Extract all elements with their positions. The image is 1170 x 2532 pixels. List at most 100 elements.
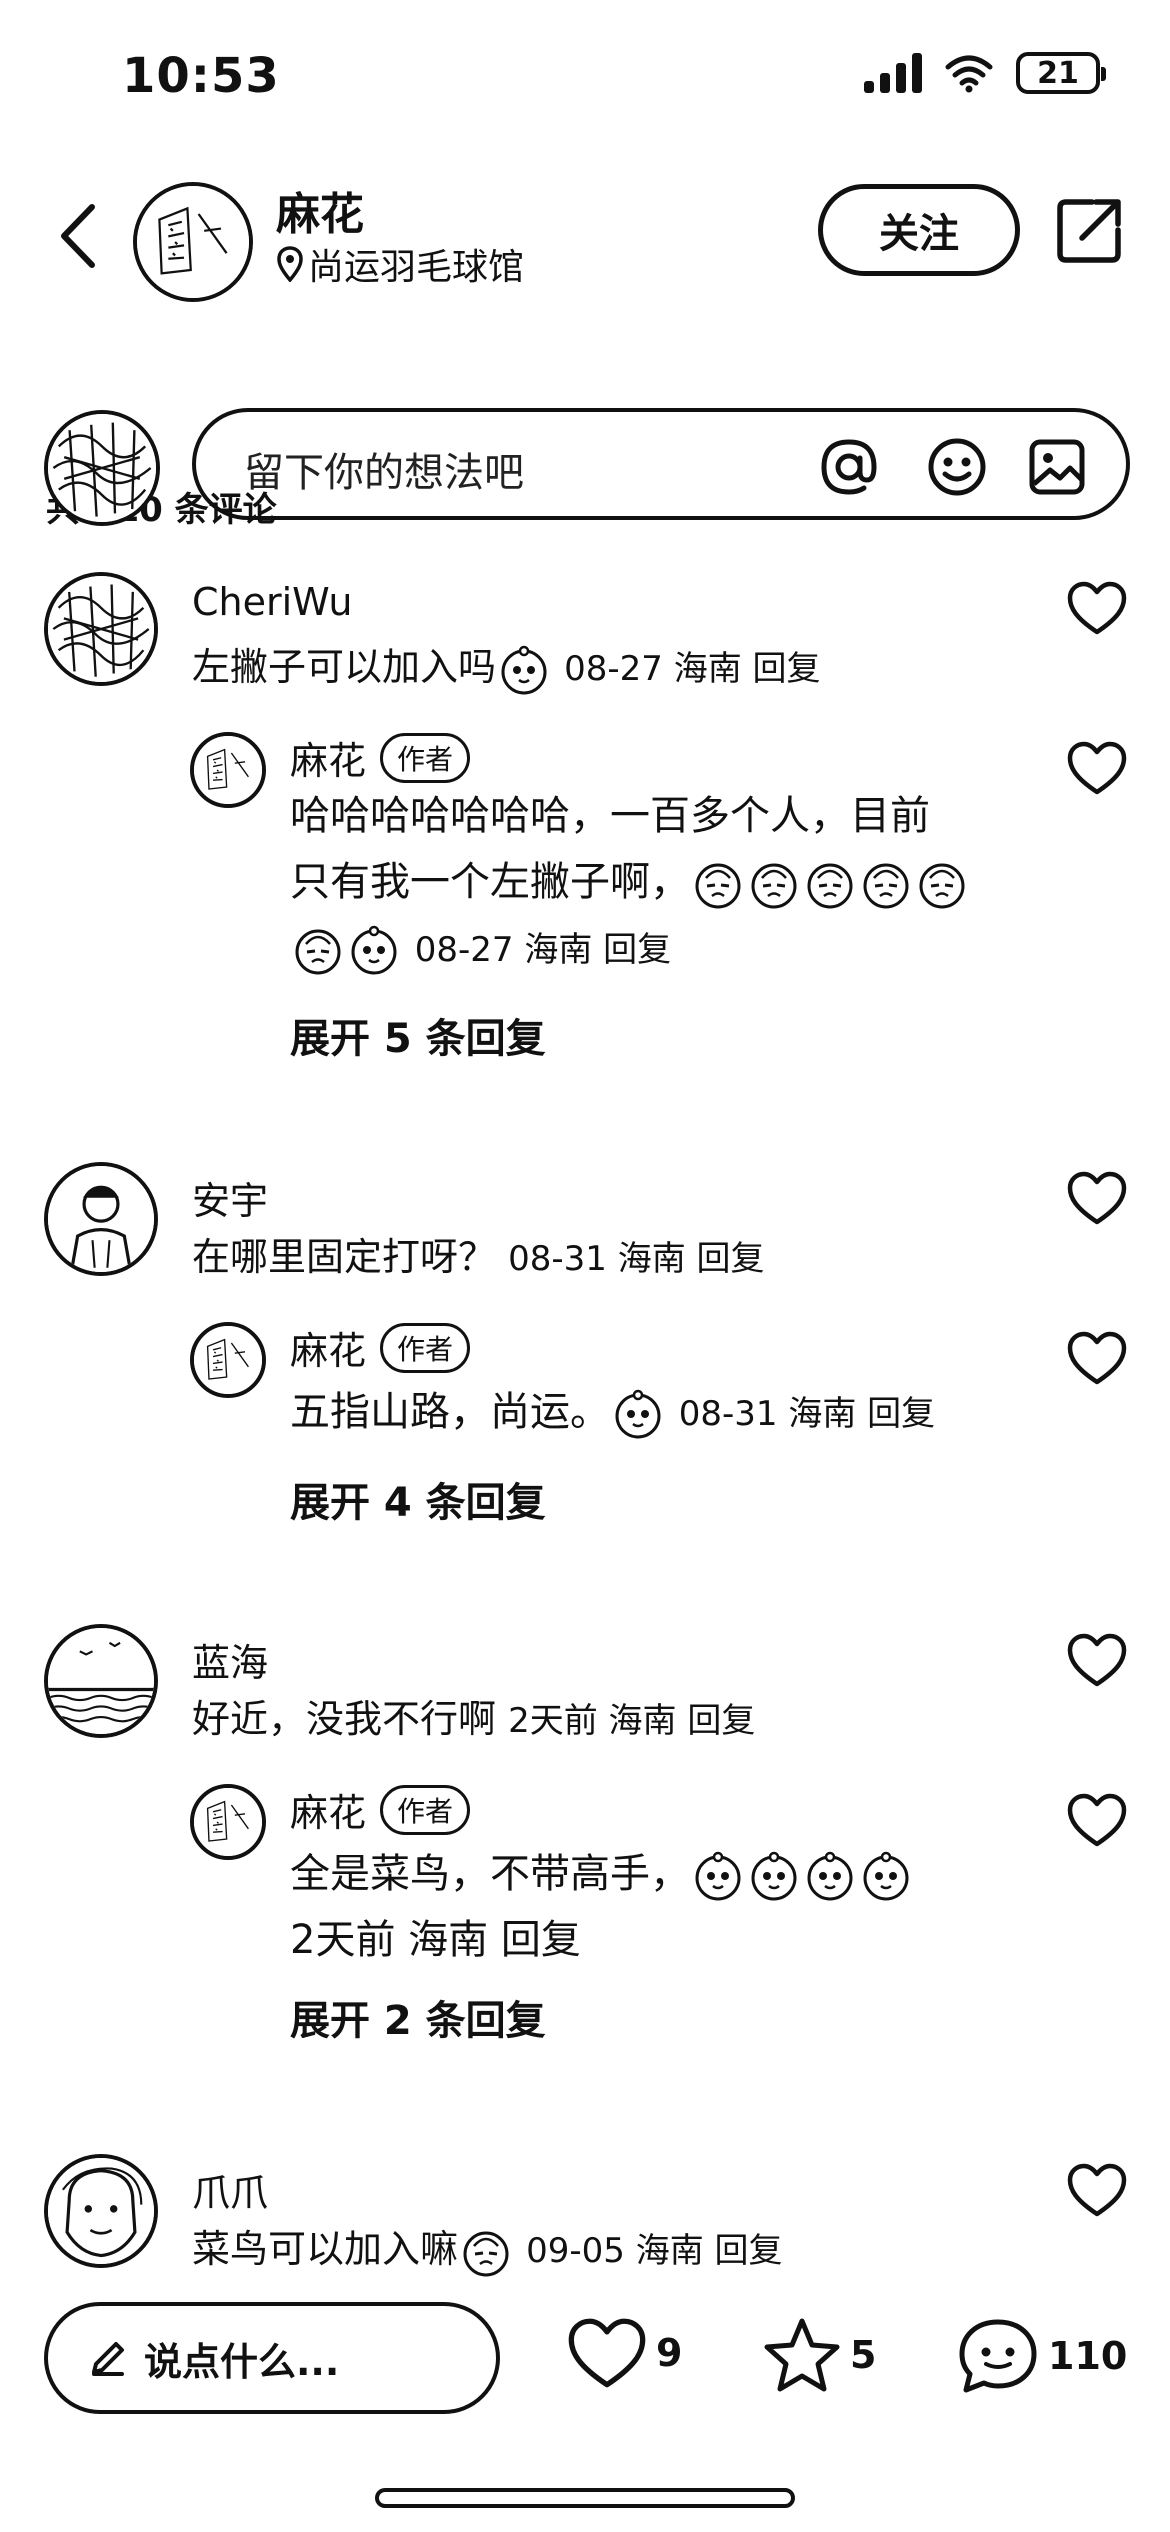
reply-author: 麻花 作者 [290, 730, 471, 785]
like-heart-icon[interactable] [1066, 740, 1128, 796]
reply-author: 麻花 作者 [290, 1782, 471, 1837]
star-icon [764, 2318, 840, 2392]
commenter-avatar[interactable] [44, 1624, 158, 1738]
reply-body: 五指山路，尚运。 [290, 1389, 610, 1435]
pencil-icon [92, 2342, 124, 2376]
emoji-sticker-icon [460, 2226, 512, 2278]
emoji-sticker-icon [748, 858, 800, 910]
like-button[interactable]: 9 [566, 2316, 682, 2390]
commenter-avatar[interactable] [44, 2154, 158, 2268]
reply-author: 麻花 作者 [290, 1320, 471, 1375]
reply-meta[interactable]: 2天前 海南 回复 [290, 1908, 581, 1972]
favorite-button[interactable]: 5 [762, 2316, 876, 2394]
comment-meta[interactable]: 09-05 海南 回复 [526, 2231, 782, 2271]
comment-body: 菜鸟可以加入嘛 [192, 2227, 459, 2271]
commenter-name[interactable]: 爪爪 [192, 2162, 268, 2217]
author-badge: 作者 [380, 1322, 471, 1373]
emoji-sticker-icon [804, 1850, 856, 1902]
share-icon[interactable] [1052, 194, 1126, 268]
comment-body: 在哪里固定打呀？ [192, 1235, 497, 1279]
comment-input-row: 留下你的想法吧 [0, 400, 1170, 530]
comment-meta[interactable]: 08-31 海南 回复 [508, 1239, 764, 1279]
comment-text: 在哪里固定打呀？ 08-31 海南 回复 [192, 1226, 765, 1281]
say-something-placeholder: 说点什么... [144, 2339, 340, 2384]
comment-body: 好近，没我不行啊 [192, 1697, 497, 1741]
image-icon[interactable] [1026, 436, 1088, 498]
follow-button[interactable]: 关注 [818, 184, 1020, 276]
status-time: 10:53 [122, 48, 280, 104]
reply-text-line1: 全是菜鸟，不带高手， [290, 1842, 914, 1906]
commenter-name[interactable]: 蓝海 [192, 1632, 268, 1687]
mention-icon[interactable] [818, 436, 880, 498]
reply-avatar[interactable] [190, 1784, 266, 1860]
emoji-sticker-icon [348, 924, 400, 976]
author-name[interactable]: 麻花 [276, 178, 364, 242]
signal-icon [864, 53, 922, 93]
commenter-avatar[interactable] [44, 1162, 158, 1276]
location[interactable]: 尚运羽毛球馆 [276, 238, 524, 290]
comment-text: 菜鸟可以加入嘛 09-05 海南 回复 [192, 2218, 783, 2278]
home-indicator[interactable] [375, 2488, 795, 2508]
reply-author-name[interactable]: 麻花 [290, 1782, 366, 1837]
reply-author-name[interactable]: 麻花 [290, 730, 366, 785]
comments-count: 110 [1048, 2334, 1128, 2378]
comment-text: 好近，没我不行啊 2天前 海南 回复 [192, 1688, 755, 1743]
like-heart-icon[interactable] [1066, 1632, 1128, 1688]
chat-bubble-icon [959, 2319, 1037, 2393]
comment-input-placeholder: 留下你的想法吧 [244, 450, 524, 496]
author-badge: 作者 [380, 732, 471, 783]
emoji-sticker-icon [748, 1850, 800, 1902]
like-heart-icon[interactable] [1066, 2162, 1128, 2218]
author-avatar[interactable] [133, 182, 253, 302]
like-heart-icon[interactable] [1066, 1330, 1128, 1386]
expand-replies-link[interactable]: 展开 5 条回复 [290, 1006, 546, 1064]
reply-meta[interactable]: 08-27 海南 回复 [415, 930, 671, 970]
emoji-sticker-icon [692, 858, 744, 910]
comment-text: 左撇子可以加入吗 08-27 海南 回复 [192, 636, 821, 696]
reply-avatar[interactable] [190, 732, 266, 808]
location-pin-icon [277, 246, 303, 282]
comment-input[interactable]: 留下你的想法吧 [192, 408, 1130, 520]
expand-replies-link[interactable]: 展开 4 条回复 [290, 1470, 546, 1528]
back-button[interactable] [48, 196, 108, 276]
expand-replies-link[interactable]: 展开 2 条回复 [290, 1988, 546, 2046]
like-heart-icon[interactable] [1066, 1170, 1128, 1226]
reply-meta[interactable]: 08-31 海南 回复 [679, 1394, 935, 1434]
like-heart-icon[interactable] [1066, 580, 1128, 636]
author-badge: 作者 [380, 1784, 471, 1835]
emoji-sticker-icon [804, 858, 856, 910]
my-avatar [44, 410, 160, 526]
comments-button[interactable]: 110 [956, 2316, 1127, 2396]
commenter-name[interactable]: 安宇 [192, 1170, 268, 1225]
reply-text-line2: 只有我一个左撇子啊， [290, 850, 970, 914]
heart-icon [568, 2318, 646, 2388]
emoji-icon[interactable] [926, 436, 988, 498]
like-heart-icon[interactable] [1066, 1792, 1128, 1848]
comment-body: 左撇子可以加入吗 [192, 645, 497, 689]
emoji-sticker-icon [916, 858, 968, 910]
emoji-sticker-icon [860, 858, 912, 910]
bottom-bar: 说点什么... 9 5 110 [0, 2290, 1170, 2440]
emoji-sticker-icon [498, 644, 550, 696]
like-count: 9 [656, 2331, 683, 2375]
emoji-sticker-icon [692, 1850, 744, 1902]
reply-body: 全是菜鸟，不带高手， [290, 1851, 690, 1897]
reply-author-name[interactable]: 麻花 [290, 1320, 366, 1375]
say-something-input[interactable]: 说点什么... [44, 2302, 500, 2414]
comment-meta[interactable]: 08-27 海南 回复 [564, 649, 820, 689]
wifi-icon [945, 55, 993, 93]
emoji-sticker-icon [292, 924, 344, 976]
commenter-name[interactable]: CheriWu [192, 580, 352, 624]
reply-body: 只有我一个左撇子啊， [290, 859, 690, 905]
battery-level: 21 [1037, 55, 1079, 91]
reply-text-line3: 08-27 海南 回复 [290, 916, 671, 982]
chevron-left-icon [61, 204, 95, 268]
comment-meta[interactable]: 2天前 海南 回复 [508, 1701, 755, 1741]
commenter-avatar[interactable] [44, 572, 158, 686]
emoji-sticker-icon [860, 1850, 912, 1902]
emoji-sticker-icon [612, 1388, 664, 1440]
battery-icon: 21 [1016, 52, 1106, 94]
reply-avatar[interactable] [190, 1322, 266, 1398]
status-bar: 10:53 21 [0, 0, 1170, 150]
reply-text-line1: 五指山路，尚运。 08-31 海南 回复 [290, 1380, 935, 1446]
